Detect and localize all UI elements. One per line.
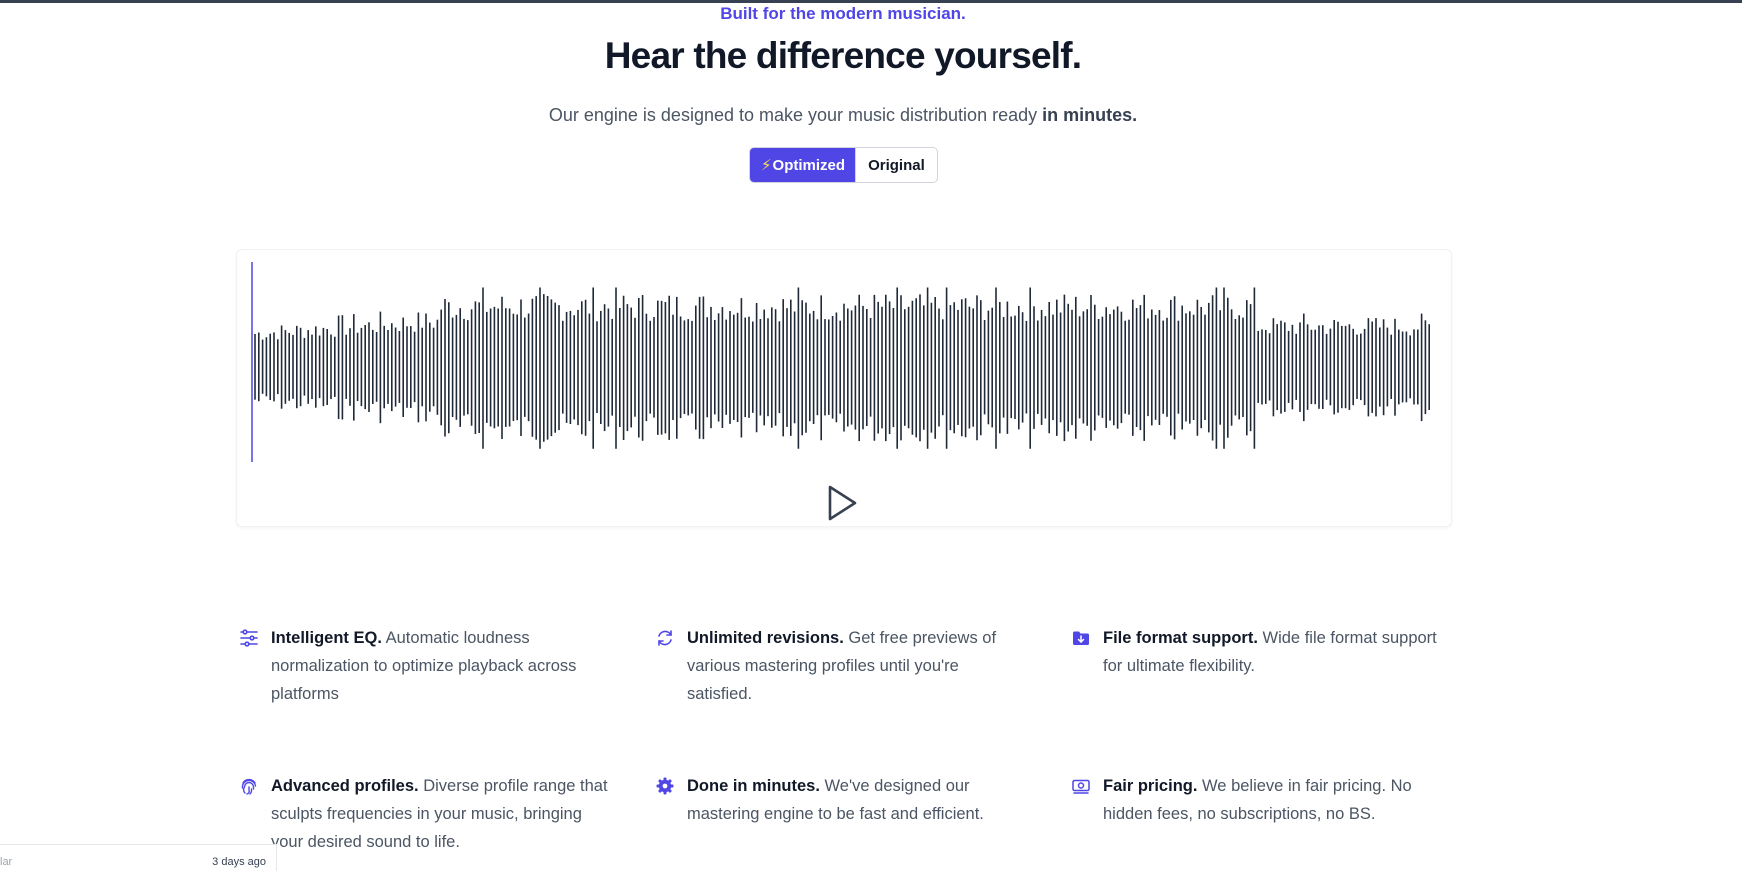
- gear-icon: [656, 777, 674, 795]
- feature-unlimited-revisions: Unlimited revisions. Get free previews o…: [656, 624, 1026, 708]
- bottom-tab-label: lar: [0, 856, 13, 868]
- folder-download-icon: [1073, 631, 1089, 645]
- feature-title: Intelligent EQ.: [271, 629, 382, 647]
- feature-title: File format support.: [1103, 629, 1258, 647]
- feature-intelligent-eq: Intelligent EQ. Automatic loudness norma…: [240, 624, 610, 708]
- feature-title: Unlimited revisions.: [687, 629, 844, 647]
- top-border: [0, 0, 1742, 3]
- subheadline: Our engine is designed to make your musi…: [0, 104, 1686, 126]
- subhead-bold: in minutes.: [1042, 105, 1138, 125]
- feature-done-in-minutes: Done in minutes. We've designed our mast…: [656, 772, 1026, 828]
- feature-file-format-support: File format support. Wide file format su…: [1072, 624, 1442, 680]
- refresh-icon: [658, 630, 672, 646]
- feature-title: Advanced profiles.: [271, 777, 419, 795]
- original-label: Original: [868, 156, 925, 174]
- version-toggle: ⚡ Optimized Original: [749, 147, 938, 183]
- play-icon[interactable]: [823, 482, 861, 524]
- optimized-button[interactable]: ⚡ Optimized: [750, 148, 856, 182]
- bottom-notification-tab[interactable]: lar 3 days ago: [0, 844, 277, 871]
- eyebrow-text: Built for the modern musician.: [720, 4, 966, 23]
- audio-player: [236, 249, 1452, 527]
- feature-title: Done in minutes.: [687, 777, 820, 795]
- original-button[interactable]: Original: [855, 148, 937, 182]
- feature-fair-pricing: Fair pricing. We believe in fair pricing…: [1072, 772, 1442, 828]
- banknote-icon: [1072, 779, 1090, 794]
- page-title: Hear the difference yourself.: [604, 35, 1082, 76]
- subhead-prefix: Our engine is designed to make your musi…: [548, 105, 1043, 125]
- sliders-icon: [240, 629, 258, 647]
- lightning-bolt-icon: ⚡: [761, 157, 772, 174]
- optimized-label: Optimized: [772, 156, 846, 174]
- bottom-tab-timestamp: 3 days ago: [212, 856, 266, 868]
- feature-advanced-profiles: Advanced profiles. Diverse profile range…: [240, 772, 610, 856]
- waveform[interactable]: [251, 262, 1439, 462]
- fingerprint-icon: [241, 778, 257, 795]
- feature-title: Fair pricing.: [1103, 777, 1198, 795]
